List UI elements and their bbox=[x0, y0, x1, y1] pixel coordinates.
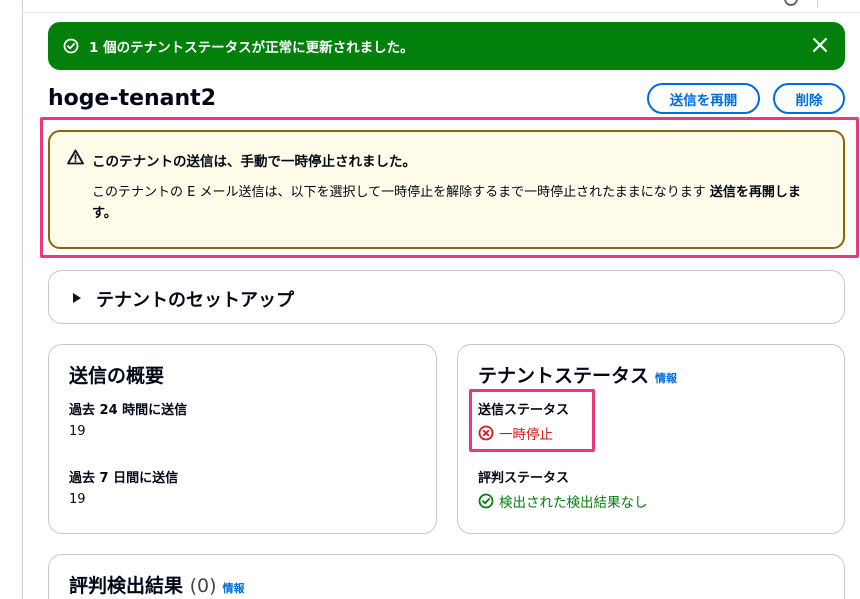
info-link[interactable]: 情報 bbox=[223, 582, 245, 595]
warning-icon bbox=[67, 149, 84, 165]
last7-label: 過去 7 日間に送信 bbox=[69, 471, 179, 486]
last24-value: 19 bbox=[69, 424, 86, 439]
top-bar bbox=[23, 0, 860, 13]
tenant-setup-expander[interactable]: テナントのセットアップ bbox=[48, 270, 845, 324]
alert-body-text: このテナントの E メール送信は、以下を選択して一時停止を解除するまで一時停止さ… bbox=[92, 185, 710, 200]
findings-count: (0) bbox=[189, 575, 217, 597]
check-circle-icon bbox=[478, 493, 494, 509]
paused-warning-alert: このテナントの送信は、手動で一時停止されました。 このテナントの E メール送信… bbox=[48, 130, 845, 249]
reputation-findings-title: 評判検出結果 (0) 情報 bbox=[69, 571, 245, 598]
reputation-findings-text: 評判検出結果 bbox=[69, 575, 184, 597]
status-title: テナントステータス 情報 bbox=[478, 361, 677, 388]
divider bbox=[817, 0, 818, 8]
flash-message: 1 個のテナントステータスが正常に更新されました。 bbox=[89, 40, 414, 56]
summary-title: 送信の概要 bbox=[69, 365, 165, 387]
caret-right-icon bbox=[73, 293, 81, 303]
setup-label: テナントのセットアップ bbox=[96, 290, 294, 311]
last7-value: 19 bbox=[69, 492, 86, 507]
success-flash: 1 個のテナントステータスが正常に更新されました。 bbox=[48, 22, 845, 70]
settings-icon[interactable] bbox=[784, 0, 798, 6]
status-title-text: テナントステータス bbox=[478, 365, 650, 387]
page-title: hoge-tenant2 bbox=[48, 86, 217, 111]
resume-sending-button[interactable]: 送信を再開 bbox=[647, 83, 760, 114]
info-link[interactable]: 情報 bbox=[655, 372, 677, 385]
reputation-findings-card: 評判検出結果 (0) 情報 bbox=[48, 554, 845, 599]
last24-label: 過去 24 時間に送信 bbox=[69, 403, 188, 418]
annotation-highlight-status bbox=[469, 389, 595, 452]
side-rail bbox=[0, 0, 23, 599]
alert-body: このテナントの E メール送信は、以下を選択して一時停止を解除するまで一時停止さ… bbox=[92, 182, 822, 224]
alert-title: このテナントの送信は、手動で一時停止されました。 bbox=[92, 154, 416, 170]
reputation-ok-text: 検出された検出結果なし bbox=[499, 495, 648, 511]
sending-summary-card: 送信の概要 過去 24 時間に送信 19 過去 7 日間に送信 19 bbox=[48, 344, 437, 534]
reputation-status-label: 評判ステータス bbox=[478, 471, 570, 486]
delete-button[interactable]: 削除 bbox=[773, 83, 845, 114]
reputation-status-value: 検出された検出結果なし bbox=[478, 491, 648, 511]
check-circle-icon bbox=[63, 38, 79, 54]
close-icon[interactable] bbox=[811, 36, 829, 54]
